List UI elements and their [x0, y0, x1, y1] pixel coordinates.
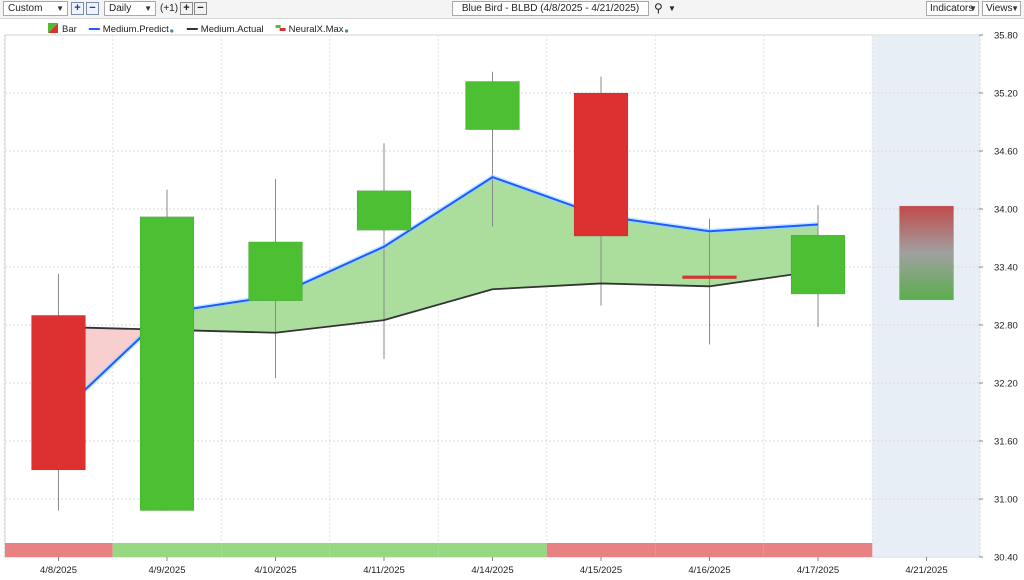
candle-body[interactable]	[248, 241, 303, 302]
chevron-down-icon: ▼	[969, 4, 977, 13]
chevron-down-icon: ▼	[1011, 4, 1019, 13]
chevron-down-icon[interactable]: ▼	[668, 4, 676, 13]
y-tick-label: 34.00	[994, 205, 1018, 216]
y-tick-label: 32.80	[994, 321, 1018, 332]
info-dot-icon[interactable]	[170, 29, 174, 33]
chart-title-box[interactable]: Blue Bird - BLBD (4/8/2025 - 4/21/2025)	[452, 1, 649, 16]
candle-body[interactable]	[356, 190, 412, 231]
signal-strip-segment	[763, 543, 873, 557]
candle-body[interactable]	[139, 216, 195, 511]
x-axis: 4/8/2025 4/9/2025 4/10/2025 4/11/2025 4/14/2…	[40, 557, 948, 576]
signal-strip-segment	[655, 543, 764, 557]
y-tick-label: 32.20	[994, 379, 1018, 390]
signal-strip-segment	[546, 543, 656, 557]
y-tick-label: 30.40	[994, 553, 1018, 564]
views-label: Views	[986, 3, 1013, 14]
step-back-button[interactable]: −	[194, 2, 207, 15]
chevron-down-icon: ▼	[144, 4, 152, 13]
period-select[interactable]: Daily ▼	[104, 1, 156, 16]
x-tick-label: 4/21/2025	[905, 565, 947, 576]
legend: Bar Medium.Predict Medium.Actual NeuralX.Ma…	[48, 23, 349, 35]
indicators-label: Indicators	[930, 3, 974, 14]
range-select[interactable]: Custom ▼	[3, 1, 68, 16]
candle-body[interactable]	[573, 92, 629, 237]
x-tick-label: 4/14/2025	[471, 565, 513, 576]
x-tick-label: 4/8/2025	[40, 565, 77, 576]
signal-strip-segment	[112, 543, 222, 557]
y-tick-label: 34.60	[994, 147, 1018, 158]
info-dot-icon[interactable]	[344, 29, 349, 33]
views-button[interactable]: Views ▼	[982, 1, 1021, 16]
legend-label: Medium.Actual	[201, 24, 264, 35]
y-tick-label: 31.00	[994, 495, 1018, 506]
y-tick-label: 35.20	[994, 89, 1018, 100]
legend-label: Medium.Predict	[103, 24, 169, 35]
y-tick-label: 31.60	[994, 437, 1018, 448]
legend-item-medium-predict[interactable]: Medium.Predict	[88, 24, 174, 35]
signal-strip-segment	[329, 543, 439, 557]
zoom-in-button[interactable]: +	[71, 2, 84, 15]
signal-strip-segment	[5, 543, 113, 557]
candle-body[interactable]	[465, 81, 520, 130]
candle-body[interactable]	[790, 234, 846, 295]
search-icon[interactable]: ⚲	[654, 1, 663, 15]
range-select-value: Custom	[8, 3, 43, 14]
y-tick-label: 33.40	[994, 263, 1018, 274]
step-forward-button[interactable]: +	[180, 2, 193, 15]
toolbar: Custom ▼ + − Daily ▼ (+1) + − Blue Bird …	[0, 0, 1024, 19]
chevron-down-icon: ▼	[56, 4, 64, 13]
indicators-button[interactable]: Indicators ▼	[926, 1, 979, 16]
chart-title: Blue Bird - BLBD (4/8/2025 - 4/21/2025)	[461, 3, 640, 14]
x-tick-label: 4/10/2025	[254, 565, 296, 576]
signal-strip-segment	[438, 543, 547, 557]
legend-item-neuralx-max[interactable]: NeuralX.Max	[275, 24, 349, 35]
neuralx-icon	[275, 25, 286, 31]
offset-label: (+1)	[160, 3, 179, 14]
x-tick-label: 4/9/2025	[149, 565, 186, 576]
legend-item-bar[interactable]: Bar	[48, 23, 77, 35]
bar-icon	[48, 23, 58, 33]
candle-body[interactable]	[899, 205, 954, 301]
period-select-value: Daily	[109, 3, 132, 14]
y-axis: 35.80 35.20 34.60 34.00 33.40 32.80 32.20 31.60…	[979, 31, 1018, 564]
legend-label: NeuralX.Max	[289, 24, 344, 35]
candle-body[interactable]	[31, 315, 86, 471]
candle-body[interactable]	[682, 275, 737, 279]
x-tick-label: 4/16/2025	[688, 565, 730, 576]
zoom-out-button[interactable]: −	[86, 2, 99, 15]
y-tick-label: 35.80	[994, 31, 1018, 42]
x-tick-label: 4/15/2025	[580, 565, 622, 576]
legend-label: Bar	[62, 24, 77, 35]
legend-item-medium-actual[interactable]: Medium.Actual	[186, 24, 264, 35]
x-tick-label: 4/17/2025	[797, 565, 839, 576]
chart[interactable]: Bar Medium.Predict Medium.Actual NeuralX.Ma…	[0, 18, 1024, 580]
x-tick-label: 4/11/2025	[363, 565, 405, 576]
signal-strip-segment	[221, 543, 330, 557]
